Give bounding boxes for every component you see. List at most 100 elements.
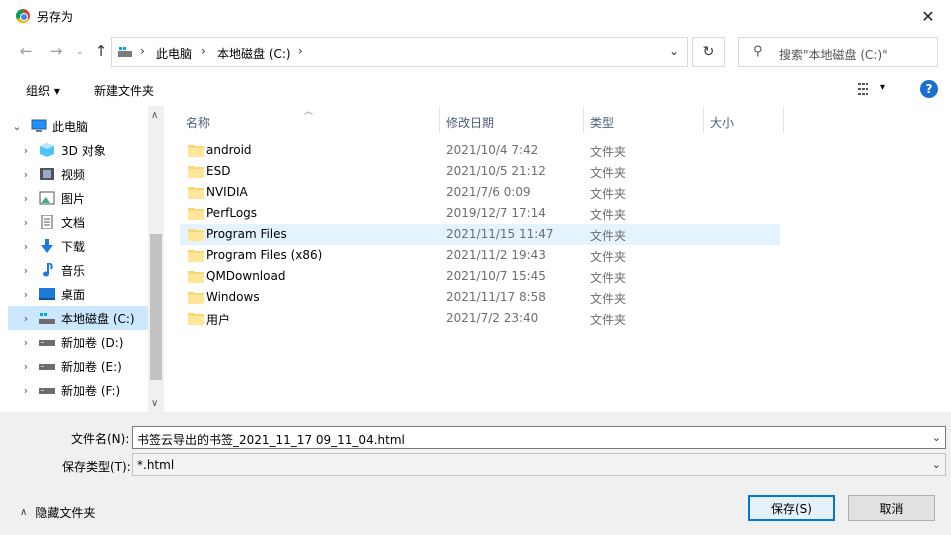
pc-icon [31,119,47,132]
scroll-down-icon[interactable]: ∨ [151,398,158,409]
tree-item-music[interactable]: › 音乐 [8,258,148,282]
filename-label: 文件名(N): [71,432,130,446]
tree-item-local-disk-c[interactable]: › 本地磁盘 (C:) [8,306,148,330]
system-drive-icon [39,313,55,324]
back-button[interactable]: ← [16,40,36,62]
file-name: Program Files (x86) [206,248,323,262]
tree-item-documents[interactable]: › 文档 [8,210,148,234]
breadcrumb-this-pc[interactable]: 此电脑 [156,45,192,62]
breadcrumb-separator[interactable]: › [140,44,145,58]
tree-item-pictures[interactable]: › 图片 [8,186,148,210]
file-type: 文件夹 [590,250,627,264]
file-row[interactable]: ESD 2021/10/5 21:12 文件夹 [180,161,780,182]
chevron-down-icon[interactable]: ⌄ [932,431,941,444]
file-row[interactable]: 用户 2021/7/2 23:40 文件夹 [180,308,780,329]
recent-locations-chevron-down-icon[interactable]: ⌄ [70,40,90,62]
search-input[interactable]: ⚲ 搜索"本地磁盘 (C:)" [738,37,938,67]
cube-3d-icon [40,143,54,157]
folder-icon [188,271,204,283]
navigation-pane[interactable]: ⌄ 此电脑 › 3D 对象 › 视频 › 图片 › 文档 › 下载 › 音乐 ›… [8,106,164,412]
file-date: 2021/10/7 15:45 [446,269,546,283]
file-date: 2019/12/7 17:14 [446,206,546,220]
documents-icon [41,215,53,229]
chevron-down-icon[interactable]: ⌄ [669,44,679,58]
file-type: 文件夹 [590,187,627,201]
view-chevron-down-icon[interactable]: ▾ [880,82,885,93]
tree-item-videos[interactable]: › 视频 [8,162,148,186]
file-type: 文件夹 [590,145,627,159]
tree-item-volume-d[interactable]: › 新加卷 (D:) [8,330,148,354]
help-icon[interactable]: ? [920,80,938,98]
file-row[interactable]: android 2021/10/4 7:42 文件夹 [180,140,780,161]
up-button[interactable]: ↑ [91,40,111,62]
file-row[interactable]: Program Files 2021/11/15 11:47 文件夹 [180,224,780,245]
tree-item-volume-f[interactable]: › 新加卷 (F:) [8,378,148,402]
filetype-select[interactable]: *.html ⌄ [132,453,946,476]
hide-folders-toggle[interactable]: ∧ 隐藏文件夹 [20,504,95,521]
close-button[interactable]: ✕ [905,0,951,32]
column-header-name[interactable]: 名称 [180,106,440,133]
forward-button[interactable]: → [46,40,66,62]
scroll-up-icon[interactable]: ∧ [151,110,158,121]
column-header-size[interactable]: 大小 [704,106,784,133]
download-icon [41,239,53,253]
chevron-right-icon[interactable]: › [21,168,31,181]
breadcrumb-separator[interactable]: › [201,44,206,58]
tree-item-this-pc[interactable]: ⌄ 此电脑 [8,114,148,138]
file-row[interactable]: Program Files (x86) 2021/11/2 19:43 文件夹 [180,245,780,266]
column-header-type[interactable]: 类型 [584,106,704,133]
file-row[interactable]: PerfLogs 2019/12/7 17:14 文件夹 [180,203,780,224]
desktop-icon [39,288,55,300]
folder-icon [188,229,204,241]
tree-item-3d-objects[interactable]: › 3D 对象 [8,138,148,162]
filename-field[interactable]: 书签云导出的书签_2021_11_17 09_11_04.html ⌄ [132,426,946,449]
file-date: 2021/7/2 23:40 [446,311,539,325]
tree-label: 新加卷 (D:) [61,335,124,350]
view-options-icon[interactable] [858,83,872,95]
new-folder-button[interactable]: 新建文件夹 [94,82,154,99]
column-header-date[interactable]: 修改日期 [440,106,584,133]
chevron-right-icon[interactable]: › [21,216,31,229]
folder-icon [188,208,204,220]
organize-menu[interactable]: 组织 ▾ [26,82,60,99]
file-date: 2021/10/4 7:42 [446,143,539,157]
file-row[interactable]: NVIDIA 2021/7/6 0:09 文件夹 [180,182,780,203]
chevron-right-icon[interactable]: › [21,312,31,325]
tree-item-desktop[interactable]: › 桌面 [8,282,148,306]
refresh-button[interactable]: ↻ [692,37,725,67]
chevron-right-icon[interactable]: › [21,360,31,373]
tree-item-downloads[interactable]: › 下载 [8,234,148,258]
file-type: 文件夹 [590,166,627,180]
tree-label: 新加卷 (F:) [61,383,121,398]
music-icon [43,263,53,277]
folder-icon [188,145,204,157]
breadcrumb-separator[interactable]: › [298,44,303,58]
tree-item-volume-e[interactable]: › 新加卷 (E:) [8,354,148,378]
breadcrumb-local-disk-c[interactable]: 本地磁盘 (C:) [217,45,291,62]
chevron-down-icon[interactable]: ⌄ [12,120,22,133]
chevron-right-icon[interactable]: › [21,192,31,205]
folder-icon [188,250,204,262]
file-date: 2021/11/17 8:58 [446,290,546,304]
scroll-thumb[interactable] [150,234,162,380]
chevron-right-icon[interactable]: › [21,384,31,397]
chevron-right-icon[interactable]: › [21,264,31,277]
file-row[interactable]: QMDownload 2021/10/7 15:45 文件夹 [180,266,780,287]
chevron-right-icon[interactable]: › [21,144,31,157]
nav-scrollbar[interactable]: ∧ ∨ [148,106,164,412]
chevron-right-icon[interactable]: › [21,336,31,349]
chevron-down-icon[interactable]: ⌄ [932,458,941,471]
file-list[interactable]: ︿ 名称 修改日期 类型 大小 android 2021/10/4 7:42 文… [164,106,951,412]
address-bar[interactable]: › 此电脑 › 本地磁盘 (C:) › ⌄ [111,37,688,67]
file-row[interactable]: Windows 2021/11/17 8:58 文件夹 [180,287,780,308]
drive-icon [39,364,55,370]
chevron-right-icon[interactable]: › [21,288,31,301]
save-button[interactable]: 保存(S) [748,495,835,521]
tree-label: 视频 [61,167,86,182]
hide-folders-label: 隐藏文件夹 [35,506,96,520]
chevron-right-icon[interactable]: › [21,240,31,253]
drive-icon [39,388,55,394]
filename-value[interactable]: 书签云导出的书签_2021_11_17 09_11_04.html [137,431,405,448]
folder-icon [188,187,204,199]
cancel-button[interactable]: 取消 [848,495,935,521]
